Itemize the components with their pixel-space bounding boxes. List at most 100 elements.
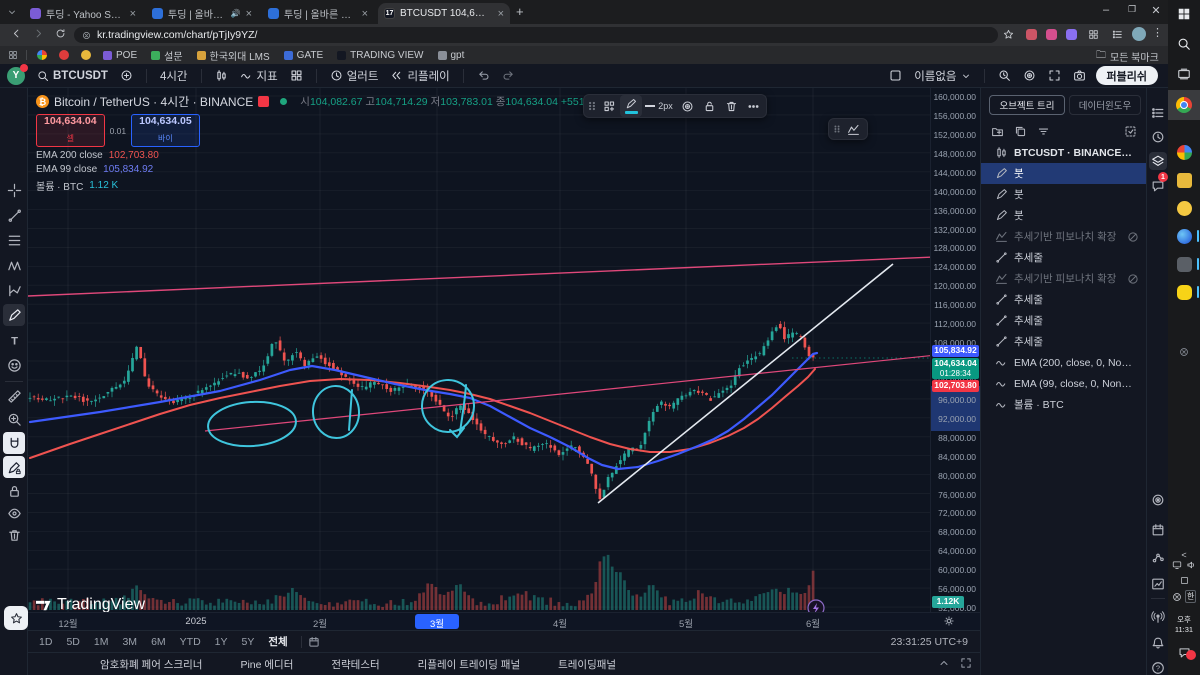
extensions-puzzle-icon[interactable] (1088, 27, 1099, 45)
emoji-tool[interactable] (3, 354, 25, 376)
taskbar-search-button[interactable] (1172, 32, 1196, 56)
task-view-button[interactable] (1172, 62, 1196, 86)
new-group-button[interactable] (991, 125, 1004, 138)
forecast-tool[interactable] (3, 279, 25, 301)
undo-button[interactable] (471, 65, 496, 87)
legend-symbol-title[interactable]: Bitcoin / TetherUS · 4시간 · BINANCE (54, 93, 253, 110)
bottom-tab[interactable]: 리플레이 트레이딩 패널 (418, 657, 520, 672)
fib-mini-toolbar[interactable] (828, 118, 868, 140)
bookmark-favicon[interactable] (81, 50, 91, 60)
tab-close-icon[interactable]: × (498, 8, 504, 20)
select-drawings-button[interactable] (1124, 125, 1137, 138)
taskbar-kakao-button[interactable] (1172, 280, 1196, 304)
bookmark-favicon[interactable] (59, 50, 69, 60)
extension-icon[interactable] (1026, 29, 1037, 40)
magnet-tool[interactable] (3, 432, 25, 454)
tree-item[interactable]: 추세줄 (981, 247, 1147, 268)
alerts-button[interactable] (1149, 128, 1167, 146)
browser-menu-button[interactable]: ⋮ (1152, 26, 1163, 39)
new-tab-button[interactable]: + (516, 4, 524, 19)
panel-collapse-button[interactable] (938, 657, 950, 672)
clock-display[interactable]: 23:31:25 UTC+9 (891, 636, 968, 648)
go-to-date-button[interactable] (308, 636, 320, 648)
bookmark-item[interactable]: gpt (437, 50, 464, 61)
tree-item[interactable]: 추세줄 (981, 331, 1147, 352)
tree-item[interactable]: BTCUSDT · BINANCE, 4시간 (981, 142, 1147, 163)
taskbar-app-button[interactable] (1172, 140, 1196, 164)
reload-button[interactable] (52, 24, 68, 46)
extension-icon[interactable] (1046, 29, 1057, 40)
tree-item[interactable]: EMA (99, close, 0, None, 14, 2) (981, 373, 1147, 394)
volume-legend-row[interactable]: 볼륨 · BTC 1.12 K (36, 178, 645, 193)
replay-button[interactable]: 리플레이 (384, 65, 455, 87)
drawing-lock-tool[interactable] (3, 456, 25, 478)
range-button-3m[interactable]: 3M (115, 636, 144, 648)
url-text[interactable]: kr.tradingview.com/chart/pTjIy9YZ/ (97, 29, 257, 41)
range-button-5d[interactable]: 5D (59, 636, 86, 648)
range-button-5y[interactable]: 5Y (235, 636, 262, 648)
tree-item[interactable]: 추세기반 피보나치 확장 (981, 268, 1147, 289)
browser-tab[interactable]: 투딩 - Yahoo Search Results × (24, 3, 142, 24)
drag-handle[interactable] (586, 95, 598, 117)
layout-grid-button[interactable] (284, 65, 309, 87)
range-button-1m[interactable]: 1M (87, 636, 116, 648)
lock-all-tool[interactable] (3, 480, 25, 502)
bookmark-star-button[interactable] (1003, 27, 1014, 45)
bottom-tab[interactable]: 암호화폐 페어 스크리너 (100, 657, 202, 672)
ideas-button[interactable] (1149, 549, 1167, 567)
flag-icon[interactable] (258, 96, 270, 107)
taskbar-chrome-button[interactable] (1172, 93, 1196, 117)
quick-search-button[interactable] (992, 65, 1017, 87)
bookmark-item[interactable]: 한국외대 LMS (196, 48, 270, 63)
indicators-button[interactable]: 지표 (234, 65, 284, 87)
layout-name-button[interactable]: 이름없음 (908, 65, 976, 87)
tree-item[interactable]: 추세줄 (981, 289, 1147, 310)
symbol-search-button[interactable]: BTCUSDT (31, 65, 114, 87)
browser-tab[interactable]: 17 BTCUSDT 104,634.05 ▲ +0.04 × (378, 3, 510, 24)
zoom-in-tool[interactable] (3, 408, 25, 430)
taskbar-clock[interactable]: 오후 11:31 (1168, 614, 1200, 634)
taskbar-explorer-button[interactable] (1172, 168, 1196, 192)
crosshair-tool[interactable] (3, 179, 25, 201)
chart-type-button[interactable] (209, 65, 234, 87)
publish-button[interactable]: 퍼블리쉬 (1095, 66, 1158, 85)
visibility-toggle[interactable] (1127, 273, 1139, 285)
window-minimize-button[interactable]: – (1094, 4, 1118, 16)
taskbar-edge-button[interactable] (1172, 224, 1196, 248)
panel-maximize-button[interactable] (960, 657, 972, 672)
alert-button[interactable]: 얼러트 (324, 65, 385, 87)
tab-close-icon[interactable]: × (362, 8, 368, 20)
forward-button[interactable] (30, 24, 46, 46)
chart-pane[interactable]: ₿ Bitcoin / TetherUS · 4시간 · BINANCE 시104,… (28, 88, 930, 612)
all-bookmarks-button[interactable]: 🗀 모든 북마크 (1096, 48, 1159, 65)
extension-icon[interactable] (1066, 29, 1077, 40)
tree-item[interactable]: 붓 (981, 184, 1147, 205)
notifications-button[interactable] (1149, 634, 1167, 652)
text-tool[interactable]: T (3, 329, 25, 351)
delete-drawing-button[interactable] (720, 95, 742, 117)
taskbar-app2-button[interactable] (1172, 252, 1196, 276)
save-layout-button[interactable] (883, 65, 908, 87)
buy-button[interactable]: 104,634.05 바이 (131, 114, 200, 148)
range-button-1y[interactable]: 1Y (208, 636, 235, 648)
hide-drawings-tool[interactable] (3, 502, 25, 524)
visibility-toggle[interactable] (1127, 231, 1139, 243)
tree-item[interactable]: 볼륨 · BTC (981, 394, 1147, 415)
fib-extension-tool-button[interactable] (842, 118, 864, 140)
browser-tab[interactable]: 투딩 | 올바른 암호화폐 투 🔊 × (146, 3, 258, 24)
line-width-button[interactable]: 2px (642, 95, 676, 117)
fullscreen-button[interactable] (1042, 65, 1067, 87)
trendline-tool[interactable] (3, 204, 25, 226)
time-axis[interactable]: 12월 2025 2월 3월 4월 5월 6월 (28, 612, 980, 630)
browser-tab[interactable]: 투딩 | 올바른 암호화폐 투자의 × (262, 3, 374, 24)
ime-indicator[interactable]: 한 (1184, 590, 1197, 603)
my-charts-button[interactable] (1149, 575, 1167, 593)
range-button-6m[interactable]: 6M (144, 636, 173, 648)
tree-item[interactable]: 붓 (981, 205, 1147, 226)
fib-retracement-tool[interactable] (3, 229, 25, 251)
tree-item[interactable]: EMA (200, close, 0, None, 14, 2) (981, 352, 1147, 373)
drawing-floating-toolbar[interactable]: 2px (583, 94, 767, 118)
tab-close-icon[interactable]: × (246, 8, 252, 20)
window-close-button[interactable]: ✕ (1146, 4, 1166, 17)
watchlist-button[interactable] (1149, 104, 1167, 122)
